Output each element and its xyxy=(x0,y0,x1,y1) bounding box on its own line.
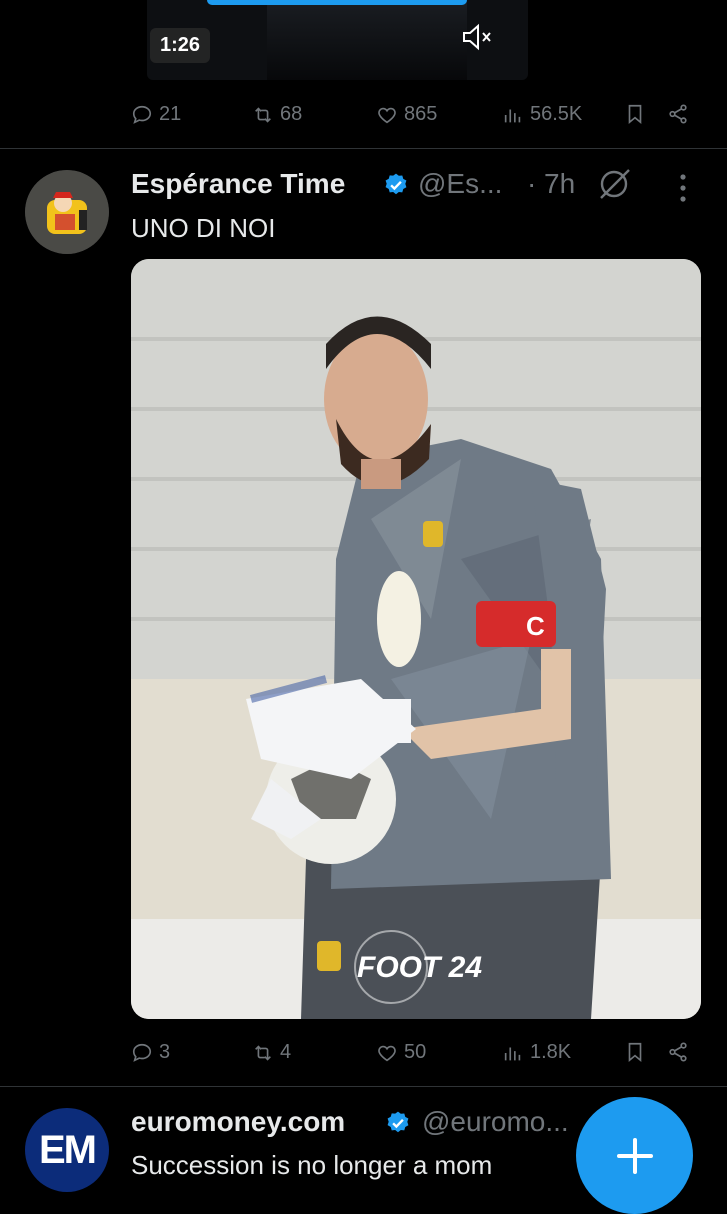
share-icon xyxy=(669,104,687,124)
like-button[interactable]: 50 xyxy=(376,1041,426,1064)
verified-badge-icon xyxy=(383,172,409,198)
share-button[interactable] xyxy=(667,103,689,125)
plus-icon xyxy=(616,1137,653,1174)
tweet-divider xyxy=(0,1086,727,1087)
more-options-icon[interactable] xyxy=(675,172,691,206)
retweet-button[interactable]: 4 xyxy=(252,1041,291,1064)
share-icon xyxy=(669,1042,687,1062)
retweet-icon xyxy=(255,106,271,123)
grok-icon[interactable] xyxy=(597,166,633,202)
reply-button[interactable]: 21 xyxy=(131,103,181,126)
video-time-badge: 1:26 xyxy=(150,28,211,63)
bookmark-icon xyxy=(628,104,642,125)
author-name[interactable]: euromoney.com xyxy=(131,1106,345,1138)
separator-dot: · xyxy=(527,168,537,199)
reply-icon xyxy=(132,105,152,124)
heart-icon xyxy=(378,1045,396,1061)
tweet-text: Succession is no longer a mom xyxy=(131,1150,493,1180)
media-watermark: FOOT 24 xyxy=(357,951,482,984)
tweet-media-image[interactable]: C FOOT 24 xyxy=(131,259,701,1019)
video-progress-bar[interactable] xyxy=(207,0,467,5)
avatar[interactable] xyxy=(25,170,109,254)
author-name[interactable]: Espérance Time xyxy=(131,168,345,200)
verified-badge-icon xyxy=(385,1110,411,1136)
heart-icon xyxy=(378,107,396,123)
share-button[interactable] xyxy=(667,1041,689,1063)
bookmark-icon xyxy=(628,1042,642,1063)
reply-count: 21 xyxy=(159,103,182,125)
views-icon xyxy=(504,1047,521,1060)
views-button[interactable]: 1.8K xyxy=(502,1041,571,1064)
retweet-count: 4 xyxy=(280,1041,292,1063)
retweet-button[interactable]: 68 xyxy=(252,103,302,126)
retweet-count: 68 xyxy=(280,103,303,125)
tweet-divider xyxy=(0,148,727,149)
like-count: 50 xyxy=(404,1041,427,1063)
tweet-text: UNO DI NOI xyxy=(131,213,276,243)
video-frame xyxy=(267,0,467,80)
like-count: 865 xyxy=(404,103,438,125)
mute-icon[interactable] xyxy=(460,22,494,52)
reply-button[interactable]: 3 xyxy=(131,1041,170,1064)
retweet-icon xyxy=(255,1044,271,1061)
cartoon-logo-icon xyxy=(25,170,109,254)
reply-count: 3 xyxy=(159,1041,171,1063)
views-button[interactable]: 56.5K xyxy=(502,103,582,126)
views-icon xyxy=(504,109,521,122)
author-handle[interactable]: @Es... xyxy=(418,168,502,200)
author-handle[interactable]: @euromo... xyxy=(422,1106,569,1138)
bookmark-button[interactable] xyxy=(624,103,646,125)
goalkeeper-photo: C FOOT 24 xyxy=(131,259,701,1019)
avatar-text: EM xyxy=(39,1127,97,1172)
bookmark-button[interactable] xyxy=(624,1041,646,1063)
compose-button[interactable] xyxy=(576,1097,693,1214)
reply-icon xyxy=(132,1043,152,1062)
like-button[interactable]: 865 xyxy=(376,103,437,126)
svg-text:C: C xyxy=(526,611,545,641)
avatar[interactable]: EM xyxy=(25,1108,109,1192)
views-count: 1.8K xyxy=(530,1041,572,1063)
views-count: 56.5K xyxy=(530,103,583,125)
tweet-timestamp[interactable]: 7h xyxy=(544,168,575,200)
